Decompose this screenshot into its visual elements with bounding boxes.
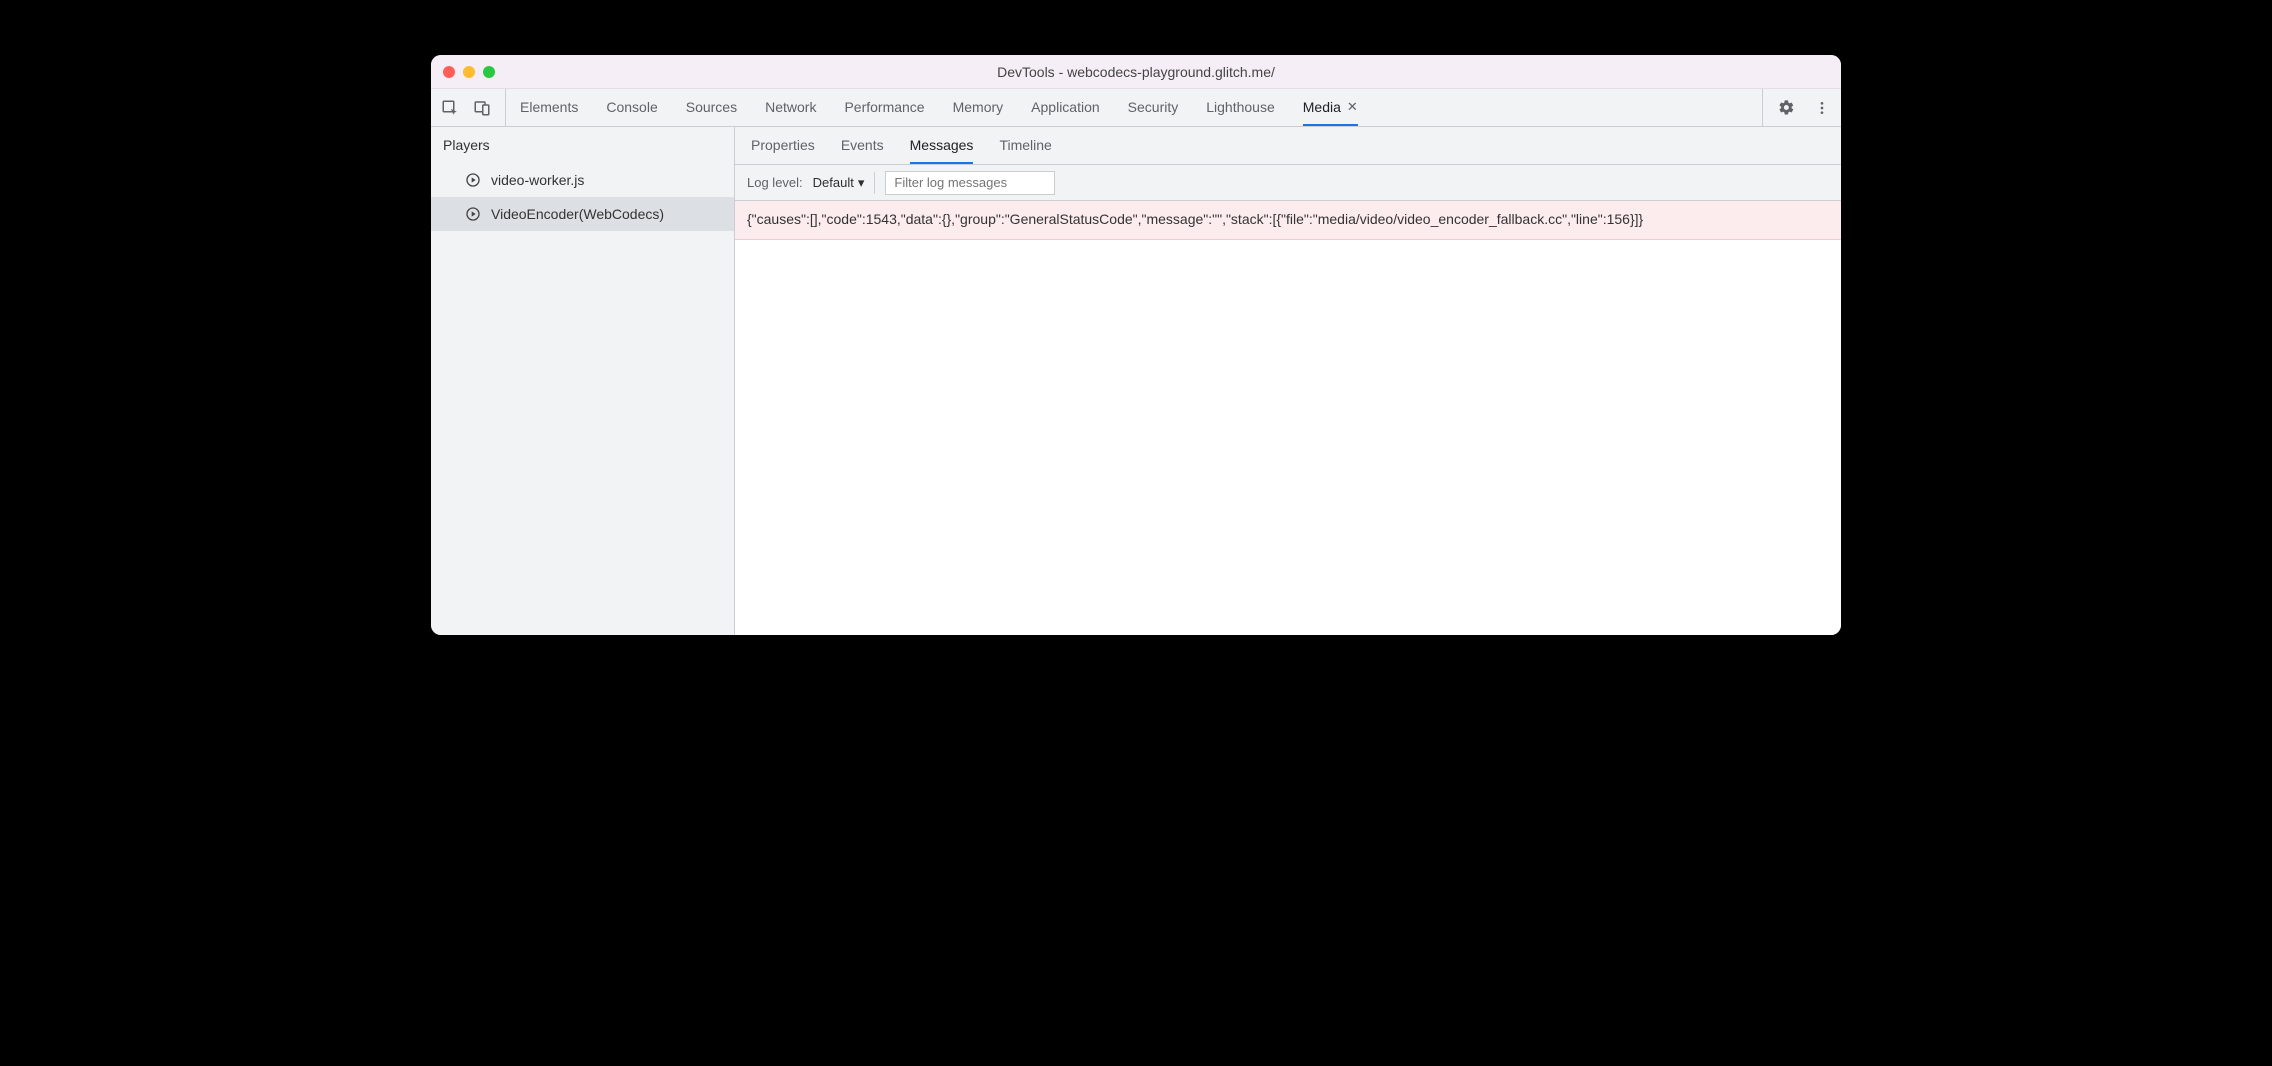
chevron-down-icon: ▾ [858, 175, 865, 191]
log-level-label: Log level: [747, 175, 803, 190]
log-area: {"causes":[],"code":1543,"data":{},"grou… [735, 201, 1841, 635]
messages-toolbar: Log level: Default ▾ [735, 165, 1841, 201]
tab-media[interactable]: Media✕ [1303, 89, 1358, 126]
play-icon [465, 172, 481, 188]
tab-network[interactable]: Network [765, 89, 816, 126]
kebab-menu-icon[interactable] [1811, 97, 1833, 119]
device-toggle-icon[interactable] [471, 97, 493, 119]
minimize-window-button[interactable] [463, 66, 475, 78]
players-sidebar: Players video-worker.js VideoEncoder(WebC… [431, 127, 735, 635]
filter-input[interactable] [885, 171, 1055, 195]
log-row[interactable]: {"causes":[],"code":1543,"data":{},"grou… [735, 201, 1841, 240]
devtools-window: DevTools - webcodecs-playground.glitch.m… [431, 55, 1841, 635]
tab-performance[interactable]: Performance [844, 89, 924, 126]
media-subtabs: Properties Events Messages Timeline [735, 127, 1841, 165]
window-controls [443, 66, 495, 78]
tab-application[interactable]: Application [1031, 89, 1100, 126]
main-panel: Properties Events Messages Timeline Log lev… [735, 127, 1841, 635]
content-area: Players video-worker.js VideoEncoder(WebC… [431, 127, 1841, 635]
maximize-window-button[interactable] [483, 66, 495, 78]
play-icon [465, 206, 481, 222]
close-tab-icon[interactable]: ✕ [1347, 99, 1358, 115]
tab-security[interactable]: Security [1128, 89, 1179, 126]
close-window-button[interactable] [443, 66, 455, 78]
titlebar: DevTools - webcodecs-playground.glitch.m… [431, 55, 1841, 89]
inspect-icon[interactable] [439, 97, 461, 119]
subtab-properties[interactable]: Properties [751, 127, 815, 164]
player-item[interactable]: VideoEncoder(WebCodecs) [431, 197, 734, 231]
player-label: video-worker.js [491, 172, 584, 188]
tab-console[interactable]: Console [606, 89, 657, 126]
subtab-timeline[interactable]: Timeline [999, 127, 1051, 164]
window-title: DevTools - webcodecs-playground.glitch.m… [431, 64, 1841, 80]
subtab-events[interactable]: Events [841, 127, 884, 164]
sidebar-heading: Players [431, 127, 734, 163]
tab-elements[interactable]: Elements [520, 89, 578, 126]
tab-memory[interactable]: Memory [953, 89, 1004, 126]
player-item[interactable]: video-worker.js [431, 163, 734, 197]
subtab-messages[interactable]: Messages [910, 127, 974, 164]
tab-sources[interactable]: Sources [686, 89, 737, 126]
main-tabbar: Elements Console Sources Network Performance… [431, 89, 1841, 127]
log-level-select[interactable]: Default ▾ [813, 172, 876, 194]
player-label: VideoEncoder(WebCodecs) [491, 206, 664, 222]
tab-lighthouse[interactable]: Lighthouse [1206, 89, 1275, 126]
settings-icon[interactable] [1775, 97, 1797, 119]
